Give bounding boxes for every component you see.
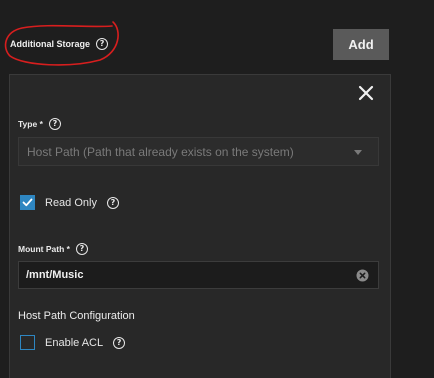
clear-circle-icon[interactable] [356, 269, 369, 282]
check-icon [22, 198, 33, 207]
mount-path-label-text: Mount Path * [18, 244, 70, 254]
mount-path-input[interactable]: /mnt/Music [18, 261, 379, 289]
add-button[interactable]: Add [333, 29, 389, 60]
type-label: Type * ? [18, 118, 61, 130]
type-select-value: Host Path (Path that already exists on t… [27, 144, 294, 159]
help-circle-icon[interactable]: ? [96, 38, 109, 50]
mount-path-value: /mnt/Music [26, 269, 84, 281]
enable-acl-label: Enable ACL [45, 336, 104, 349]
help-circle-icon[interactable]: ? [106, 196, 119, 209]
enable-acl-row[interactable]: Enable ACL ? [20, 335, 126, 350]
help-circle-icon[interactable]: ? [75, 243, 88, 255]
help-circle-icon[interactable]: ? [113, 336, 126, 349]
read-only-row[interactable]: Read Only ? [20, 195, 119, 210]
storage-item-card [9, 74, 391, 378]
enable-acl-checkbox[interactable] [20, 335, 35, 350]
help-circle-icon[interactable]: ? [48, 118, 61, 130]
chevron-down-icon [354, 150, 362, 155]
mount-path-label: Mount Path * ? [18, 243, 88, 255]
additional-storage-title: Additional Storage [10, 39, 91, 49]
read-only-label: Read Only [45, 196, 97, 209]
type-select[interactable]: Host Path (Path that already exists on t… [18, 137, 379, 166]
type-label-text: Type * [18, 119, 43, 129]
close-icon[interactable] [357, 84, 375, 102]
read-only-checkbox[interactable] [20, 195, 35, 210]
host-path-config-title: Host Path Configuration [18, 310, 135, 322]
app-root: Additional Storage ? Add Type * ? Host P… [0, 0, 434, 378]
additional-storage-header: Additional Storage ? [10, 38, 109, 50]
